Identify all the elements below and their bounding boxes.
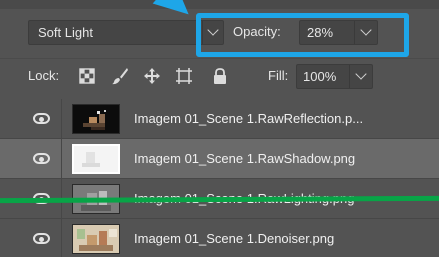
lock-position-icon[interactable] xyxy=(143,67,161,85)
layers-list: Imagem 01_Scene 1.RawReflection.p... Ima… xyxy=(0,99,439,257)
chevron-down-icon xyxy=(207,24,219,36)
layer-thumbnail xyxy=(72,184,120,214)
denoiser-thumbnail-image xyxy=(73,225,119,253)
opacity-value[interactable]: 28% xyxy=(307,25,333,40)
eye-icon xyxy=(33,233,50,244)
visibility-toggle[interactable] xyxy=(22,179,62,219)
blend-mode-arrow[interactable] xyxy=(202,21,223,44)
layer-name[interactable]: Imagem 01_Scene 1.RawLighting.png xyxy=(134,191,354,206)
layer-row[interactable]: Imagem 01_Scene 1.RawLighting.png xyxy=(0,179,439,219)
eye-icon xyxy=(33,113,50,124)
lighting-thumbnail-image xyxy=(73,185,119,213)
fill-label[interactable]: Fill: xyxy=(268,68,288,83)
lock-image-pixels-icon[interactable] xyxy=(111,67,129,85)
blend-options-row: Soft Light Opacity: 28% xyxy=(0,9,439,56)
layer-name[interactable]: Imagem 01_Scene 1.RawShadow.png xyxy=(134,151,355,166)
opacity-control: Opacity: 28% xyxy=(229,20,390,45)
chevron-down-icon xyxy=(355,68,367,80)
blend-mode-value: Soft Light xyxy=(38,25,93,40)
shadow-thumbnail-image xyxy=(74,146,118,172)
fill-field[interactable]: 100% xyxy=(296,64,373,89)
layer-row[interactable]: Imagem 01_Scene 1.RawReflection.p... xyxy=(0,99,439,139)
layer-row-selected[interactable]: Imagem 01_Scene 1.RawShadow.png xyxy=(0,139,439,179)
opacity-slider-toggle[interactable] xyxy=(354,21,377,44)
layer-thumbnail xyxy=(72,224,120,254)
lock-label: Lock: xyxy=(28,68,60,83)
layer-name[interactable]: Imagem 01_Scene 1.Denoiser.png xyxy=(134,231,334,246)
opacity-label[interactable]: Opacity: xyxy=(233,24,281,39)
fill-value[interactable]: 100% xyxy=(303,69,336,84)
layer-thumbnail xyxy=(72,104,120,134)
lock-all-icon[interactable] xyxy=(211,67,229,85)
eye-icon xyxy=(33,193,50,204)
opacity-field[interactable]: 28% xyxy=(299,20,378,45)
layer-name[interactable]: Imagem 01_Scene 1.RawReflection.p... xyxy=(134,111,363,126)
lock-options-row: Lock: Fill: 100% xyxy=(0,58,439,98)
visibility-toggle[interactable] xyxy=(22,139,62,179)
lock-artboard-icon[interactable] xyxy=(175,67,193,85)
lock-transparent-pixels-icon[interactable] xyxy=(78,67,96,85)
blend-mode-dropdown[interactable]: Soft Light xyxy=(28,20,224,45)
fill-slider-toggle[interactable] xyxy=(349,65,372,88)
panel-top-strip xyxy=(0,0,439,9)
eye-icon xyxy=(33,153,50,164)
visibility-toggle[interactable] xyxy=(22,219,62,257)
layer-thumbnail xyxy=(72,144,120,174)
visibility-toggle[interactable] xyxy=(22,99,62,139)
reflection-thumbnail-image xyxy=(73,105,119,133)
chevron-down-icon xyxy=(360,24,372,36)
layer-row[interactable]: Imagem 01_Scene 1.Denoiser.png xyxy=(0,219,439,257)
